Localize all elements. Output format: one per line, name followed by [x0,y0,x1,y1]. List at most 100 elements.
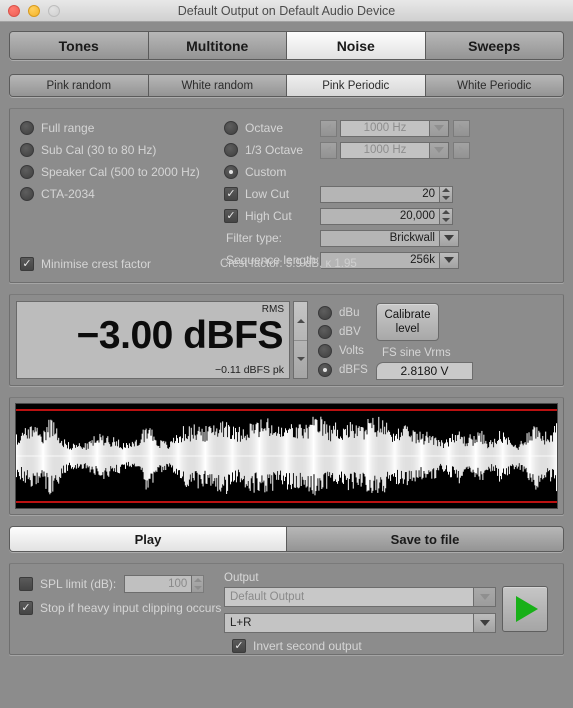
tab-white-periodic[interactable]: White Periodic [425,75,563,96]
level-value: −3.00 dBFS [76,314,284,357]
low-cut-input[interactable]: 20 [320,185,440,203]
radio-icon [20,143,34,157]
tab-sweeps[interactable]: Sweeps [425,32,563,59]
high-cut-input[interactable]: 20,000 [320,207,440,225]
noise-trace [16,416,557,496]
checkbox-spl-limit[interactable]: ✓ [19,577,33,591]
radio-speaker-cal[interactable]: Speaker Cal (500 to 2000 Hz) [20,161,224,183]
radio-label: 1/3 Octave [245,143,304,157]
radio-full-range[interactable]: Full range [20,117,224,139]
third-octave-frequency-field[interactable]: 1000 Hz [340,141,430,159]
low-cut-stepper[interactable] [440,185,453,203]
radio-icon [224,121,238,135]
radio-sub-cal[interactable]: Sub Cal (30 to 80 Hz) [20,139,224,161]
action-tab-bar: Play Save to file [9,526,564,552]
radio-volts[interactable]: Volts [318,341,374,360]
radio-icon [20,187,34,201]
calibrate-level-button[interactable]: Calibrate level [376,303,439,341]
stop-clipping-label: Stop if heavy input clipping occurs [40,601,222,615]
level-readout-box[interactable]: RMS −3.00 dBFS −0.11 dBFS pk [16,301,290,379]
waveform-display[interactable] [15,403,558,509]
radio-label: Custom [245,165,287,179]
fs-sine-vrms-value[interactable]: 2.8180 V [376,362,473,380]
radio-octave[interactable]: Octave [224,121,320,135]
radio-icon [318,362,332,377]
level-decrement-button[interactable] [294,341,307,379]
octave-increment-button[interactable] [453,119,470,137]
radio-dbv[interactable]: dBV [318,322,374,341]
third-octave-dropdown-button[interactable] [430,141,449,159]
radio-dbu[interactable]: dBu [318,303,374,322]
radio-label: Volts [339,344,364,357]
third-octave-decrement-button[interactable] [320,141,337,159]
tab-pink-random[interactable]: Pink random [10,75,149,96]
radio-icon [20,121,34,135]
radio-custom[interactable]: Custom [224,165,320,179]
tab-tones[interactable]: Tones [10,32,149,59]
output-channel-dropdown-icon [474,613,496,633]
tab-pink-periodic[interactable]: Pink Periodic [287,75,426,96]
invert-second-output-row[interactable]: ✓ Invert second output [224,639,496,653]
checkbox-minimise-crest-factor[interactable]: ✓ Minimise crest factor [20,253,220,275]
radio-label: Speaker Cal (500 to 2000 Hz) [41,165,200,179]
tab-play[interactable]: Play [10,527,287,551]
radio-label: CTA-2034 [41,187,95,201]
checkbox-high-cut[interactable]: ✓ High Cut [224,209,320,223]
stop-clipping-row[interactable]: ✓ Stop if heavy input clipping occurs [19,596,224,620]
play-triangle-icon [516,596,538,622]
radio-dbfs[interactable]: dBFS [318,360,374,379]
octave-dropdown-button[interactable] [430,119,449,137]
play-button-area [496,572,554,646]
checkbox-low-cut[interactable]: ✓ Low Cut [224,187,320,201]
octave-frequency-field[interactable]: 1000 Hz [340,119,430,137]
output-group: Output Default Output L+R ✓ Invert secon… [224,572,496,653]
radio-label: Full range [41,121,95,135]
calibration-area: Calibrate level FS sine Vrms 2.8180 V [374,301,557,380]
high-cut-stepper[interactable] [440,207,453,225]
checkbox-label: Minimise crest factor [41,257,152,271]
checkbox-label: High Cut [245,209,292,223]
spl-limit-row: ✓ SPL limit (dB): 100 [19,572,224,596]
peak-level-label: −0.11 dBFS pk [215,364,284,376]
tab-save-to-file[interactable]: Save to file [287,527,563,551]
tab-noise[interactable]: Noise [287,32,426,59]
tab-white-random[interactable]: White random [148,75,287,96]
filter-type-dropdown-button[interactable] [440,229,459,247]
play-button[interactable] [502,586,548,632]
checkbox-stop-clipping[interactable]: ✓ [19,601,33,615]
output-group-label: Output [224,572,259,584]
level-units-group: dBu dBV Volts dBFS [308,301,374,379]
checkbox-label: Low Cut [245,187,290,201]
radio-label: dBV [339,325,361,338]
spl-limit-stepper[interactable] [192,575,205,593]
filter-type-value[interactable]: Brickwall [320,229,440,247]
radio-label: dBu [339,306,360,319]
tab-multitone[interactable]: Multitone [148,32,287,59]
radio-cta-2034[interactable]: CTA-2034 [20,183,224,205]
octave-decrement-button[interactable] [320,119,337,137]
radio-icon [224,143,238,157]
spl-limit-input[interactable]: 100 [124,575,193,593]
filter-type-label-cell: Filter type: [224,231,320,245]
crest-factor-readout: Crest factor: 5.9 dB, κ 1.95 [220,258,357,270]
high-cut-row: ✓ High Cut 20,000 [224,205,557,227]
checkbox-icon: ✓ [20,257,34,271]
filter-type-row: Filter type: Brickwall [224,227,557,249]
radio-third-octave[interactable]: 1/3 Octave [224,143,320,157]
noise-type-tab-bar: Pink random White random Pink Periodic W… [9,74,564,97]
output-device-select[interactable]: Default Output [224,587,496,607]
radio-icon [318,343,332,358]
radio-label: Octave [245,121,284,135]
level-increment-button[interactable] [294,302,307,341]
low-cut-row: ✓ Low Cut 20 [224,183,557,205]
third-octave-increment-button[interactable] [453,141,470,159]
output-channel-select[interactable]: L+R [224,613,496,633]
checkbox-invert-second-output[interactable]: ✓ [232,639,246,653]
radio-icon [224,165,238,179]
spl-limit-label: SPL limit (dB): [40,577,117,591]
output-device-dropdown-icon [474,587,496,607]
main-tab-bar: Tones Multitone Noise Sweeps [9,31,564,60]
level-stepper[interactable] [293,301,308,379]
checkbox-icon: ✓ [224,187,238,201]
playback-settings-panel: ✓ SPL limit (dB): 100 ✓ Stop if heavy in… [9,563,564,655]
